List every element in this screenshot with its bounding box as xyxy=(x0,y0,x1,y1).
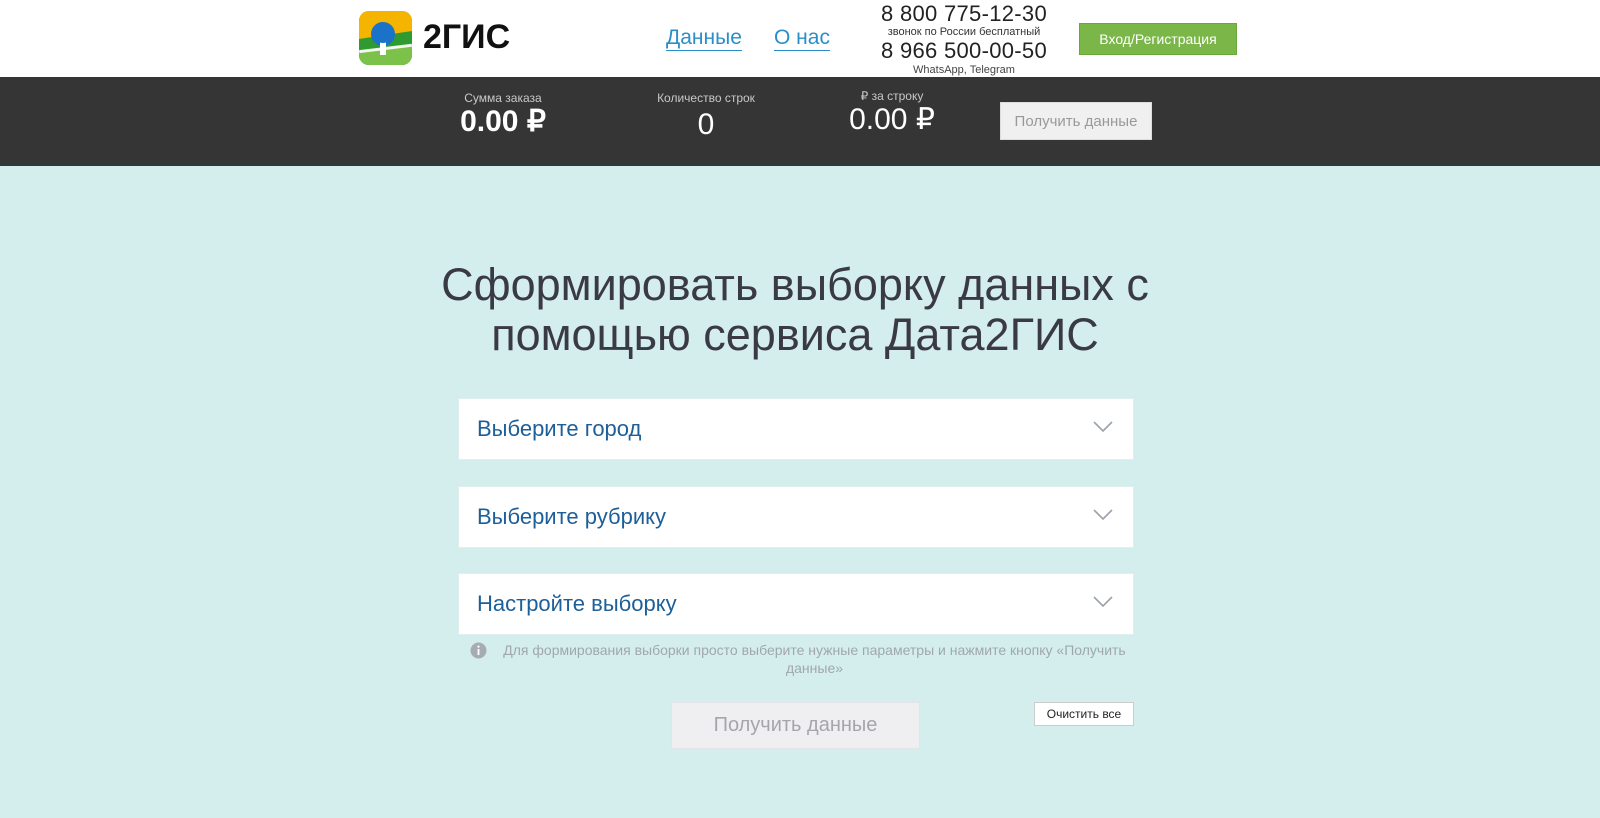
phone-secondary[interactable]: 8 966 500-00-50 xyxy=(872,38,1056,64)
order-total-label: Сумма заказа xyxy=(464,91,542,105)
rubric-select-label: Выберите рубрику xyxy=(477,504,667,529)
phone-primary-note: звонок по России бесплатный xyxy=(887,26,1041,38)
order-total: Сумма заказа 0.00 ₽ xyxy=(448,91,558,139)
hint-message: Для формирования выборки просто выберите… xyxy=(470,641,1132,677)
logo-text[interactable]: 2ГИС xyxy=(423,18,510,57)
phone-primary[interactable]: 8 800 775-12-30 xyxy=(872,2,1056,26)
selection-settings-label: Настройте выборку xyxy=(477,591,677,616)
rows-count: Количество строк 0 xyxy=(650,91,762,142)
chevron-down-icon xyxy=(1093,596,1113,608)
hint-text: Для формирования выборки просто выберите… xyxy=(503,642,1126,676)
rows-count-value: 0 xyxy=(697,108,715,141)
order-total-value: 0.00 ₽ xyxy=(460,105,546,138)
rows-count-label: Количество строк xyxy=(657,91,755,105)
login-register-button[interactable]: Вход/Регистрация xyxy=(1079,23,1237,55)
clear-all-button[interactable]: Очистить все xyxy=(1034,702,1134,726)
chevron-down-icon xyxy=(1093,509,1113,521)
order-summary-bar: Сумма заказа 0.00 ₽ Количество строк 0 ₽… xyxy=(0,77,1600,166)
site-header: 2ГИС Данные О нас 8 800 775-12-30 звонок… xyxy=(0,0,1600,77)
selection-settings-select[interactable]: Настройте выборку xyxy=(458,573,1134,635)
nav-link-about[interactable]: О нас xyxy=(774,26,830,51)
page-title: Сформировать выборку данных с помощью се… xyxy=(441,259,1149,360)
city-select[interactable]: Выберите город xyxy=(458,398,1134,460)
nav-link-data[interactable]: Данные xyxy=(666,26,742,51)
city-select-label: Выберите город xyxy=(477,416,642,441)
get-data-button[interactable]: Получить данные xyxy=(671,702,920,749)
get-data-button-top[interactable]: Получить данные xyxy=(1000,102,1152,140)
contact-phones: 8 800 775-12-30 звонок по России бесплат… xyxy=(872,2,1056,77)
price-per-row-value: 0.00 ₽ xyxy=(849,103,935,136)
price-per-row: ₽ за строку 0.00 ₽ xyxy=(836,89,948,137)
rubric-select[interactable]: Выберите рубрику xyxy=(458,486,1134,548)
phone-secondary-note: WhatsApp, Telegram xyxy=(913,64,1015,76)
info-icon xyxy=(470,642,487,659)
price-per-row-label: ₽ за строку xyxy=(860,89,924,103)
2gis-logo-icon[interactable] xyxy=(359,11,412,65)
chevron-down-icon xyxy=(1093,421,1113,433)
